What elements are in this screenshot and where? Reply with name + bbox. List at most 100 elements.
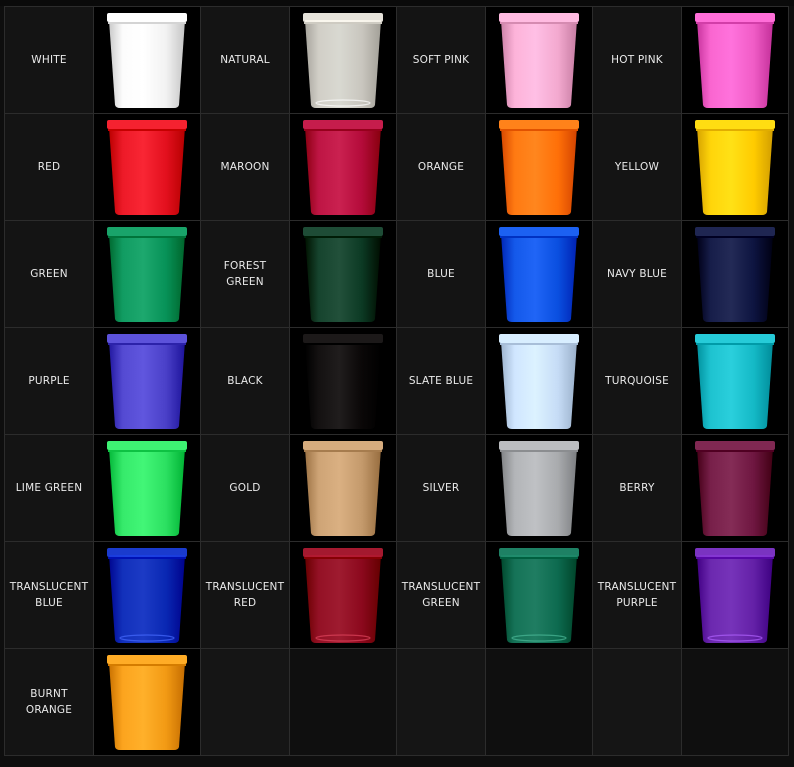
color-label-cell: HOT PINK	[592, 6, 682, 114]
cup-icon	[107, 441, 187, 536]
color-label-cell: TRANSLUCENT PURPLE	[592, 541, 682, 649]
cup-icon	[695, 334, 775, 429]
color-name-label: SOFT PINK	[412, 54, 470, 66]
color-swatch-cell	[289, 541, 397, 649]
color-name-label: MAROON	[220, 161, 270, 173]
color-label-cell: RED	[4, 113, 94, 221]
color-label-cell: SLATE BLUE	[396, 327, 486, 435]
color-swatch-cell	[289, 113, 397, 221]
color-swatch-cell	[681, 6, 789, 114]
cup-icon	[499, 120, 579, 215]
color-name-label: GREEN	[30, 268, 68, 280]
color-swatch-cell	[681, 434, 789, 542]
color-swatch-cell	[681, 541, 789, 649]
empty-cell	[485, 648, 593, 756]
cup-icon	[303, 120, 383, 215]
cup-icon	[499, 441, 579, 536]
cup-icon	[303, 548, 383, 643]
color-name-label: TRANSLUCENT PURPLE	[597, 581, 677, 609]
color-name-label: BERRY	[619, 482, 655, 494]
color-label-cell: TURQUOISE	[592, 327, 682, 435]
color-name-label: ORANGE	[417, 161, 465, 173]
color-name-label: NATURAL	[220, 54, 270, 66]
color-name-label: RED	[37, 161, 61, 173]
color-row: WHITE NATURAL SOFT PINK HOT PINK	[4, 6, 789, 114]
color-label-cell: FOREST GREEN	[200, 220, 290, 328]
empty-cell	[396, 648, 486, 756]
color-name-label: TRANSLUCENT BLUE	[9, 581, 89, 609]
color-name-label: LIME GREEN	[15, 482, 83, 494]
empty-cell	[681, 648, 789, 756]
color-label-cell: TRANSLUCENT RED	[200, 541, 290, 649]
color-swatch-cell	[93, 327, 201, 435]
cup-icon	[695, 548, 775, 643]
color-name-label: TRANSLUCENT GREEN	[401, 581, 481, 609]
color-name-label: GOLD	[229, 482, 261, 494]
color-label-cell: NATURAL	[200, 6, 290, 114]
color-row: PURPLE BLACK SLATE BLUE TURQUOISE	[4, 327, 789, 435]
color-swatch-cell	[93, 113, 201, 221]
cup-icon	[303, 227, 383, 322]
color-name-label: BLACK	[227, 375, 263, 387]
color-row: TRANSLUCENT BLUE TRANSLUCENT RED TRANSLUCE…	[4, 541, 789, 649]
color-name-label: SILVER	[422, 482, 460, 494]
color-name-label: YELLOW	[614, 161, 660, 173]
color-swatch-cell	[289, 6, 397, 114]
color-label-cell: TRANSLUCENT GREEN	[396, 541, 486, 649]
cup-icon	[107, 655, 187, 750]
cup-icon	[107, 548, 187, 643]
cup-icon	[499, 227, 579, 322]
empty-cell	[592, 648, 682, 756]
color-swatch-cell	[485, 113, 593, 221]
color-name-label: TRANSLUCENT RED	[205, 581, 285, 609]
color-swatch-cell	[681, 113, 789, 221]
color-label-cell: GREEN	[4, 220, 94, 328]
cup-icon	[499, 13, 579, 108]
cup-color-grid: WHITE NATURAL SOFT PINK HOT PINK RED MAROON OR…	[4, 6, 789, 756]
color-label-cell: LIME GREEN	[4, 434, 94, 542]
color-swatch-cell	[289, 220, 397, 328]
color-name-label: BURNT ORANGE	[25, 688, 73, 716]
cup-icon	[107, 120, 187, 215]
color-label-cell: BLACK	[200, 327, 290, 435]
color-swatch-cell	[485, 6, 593, 114]
color-swatch-cell	[485, 434, 593, 542]
cup-icon	[695, 13, 775, 108]
color-swatch-cell	[485, 541, 593, 649]
color-row: LIME GREEN GOLD SILVER BERRY	[4, 434, 789, 542]
color-swatch-cell	[93, 541, 201, 649]
cup-icon	[695, 227, 775, 322]
color-label-cell: WHITE	[4, 6, 94, 114]
color-swatch-cell	[485, 327, 593, 435]
color-swatch-cell	[93, 434, 201, 542]
color-name-label: WHITE	[31, 54, 67, 66]
color-label-cell: BLUE	[396, 220, 486, 328]
cup-icon	[695, 441, 775, 536]
color-swatch-cell	[289, 327, 397, 435]
cup-icon	[303, 334, 383, 429]
color-swatch-cell	[681, 327, 789, 435]
empty-cell	[200, 648, 290, 756]
cup-icon	[107, 227, 187, 322]
color-label-cell: PURPLE	[4, 327, 94, 435]
color-name-label: SLATE BLUE	[408, 375, 474, 387]
color-swatch-cell	[485, 220, 593, 328]
cup-icon	[499, 548, 579, 643]
color-row: BURNT ORANGE	[4, 648, 789, 756]
color-row: GREEN FOREST GREEN BLUE NAVY BLUE	[4, 220, 789, 328]
color-swatch-cell	[93, 220, 201, 328]
color-label-cell: YELLOW	[592, 113, 682, 221]
color-row: RED MAROON ORANGE YELLOW	[4, 113, 789, 221]
color-name-label: TURQUOISE	[605, 375, 669, 387]
color-label-cell: ORANGE	[396, 113, 486, 221]
color-label-cell: NAVY BLUE	[592, 220, 682, 328]
color-label-cell: BURNT ORANGE	[4, 648, 94, 756]
color-label-cell: SOFT PINK	[396, 6, 486, 114]
color-label-cell: BERRY	[592, 434, 682, 542]
color-name-label: HOT PINK	[611, 54, 663, 66]
color-label-cell: GOLD	[200, 434, 290, 542]
color-name-label: NAVY BLUE	[607, 268, 667, 280]
color-chart-page: WHITE NATURAL SOFT PINK HOT PINK RED MAROON OR…	[0, 0, 794, 767]
cup-icon	[107, 334, 187, 429]
color-swatch-cell	[681, 220, 789, 328]
